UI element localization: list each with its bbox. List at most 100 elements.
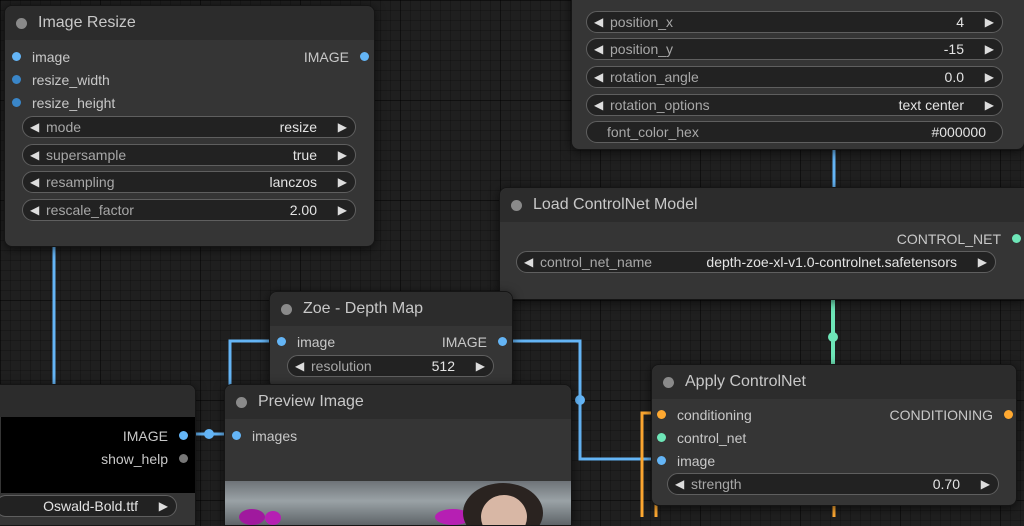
decrement-arrow-icon[interactable]: ◀ xyxy=(30,172,39,192)
input-port-icon[interactable] xyxy=(12,98,21,107)
collapse-dot-icon[interactable] xyxy=(663,377,674,388)
collapse-dot-icon[interactable] xyxy=(511,200,522,211)
load-controlnet-node[interactable]: Load ControlNet Model CONTROL_NET ◀ cont… xyxy=(499,187,1024,300)
increment-arrow-icon[interactable]: ▶ xyxy=(985,67,994,87)
input-slot-conditioning[interactable]: conditioning xyxy=(657,407,752,423)
input-port-icon[interactable] xyxy=(657,456,666,465)
node-title-bar[interactable]: Load ControlNet Model xyxy=(500,188,1024,222)
node-title: Image Resize xyxy=(38,14,136,31)
increment-arrow-icon[interactable]: ▶ xyxy=(159,496,168,516)
output-slot-conditioning[interactable]: CONDITIONING xyxy=(890,407,1013,423)
decrement-arrow-icon[interactable]: ◀ xyxy=(594,39,603,59)
increment-arrow-icon[interactable]: ▶ xyxy=(985,12,994,32)
widget-supersample[interactable]: ◀ supersample true ▶ xyxy=(22,144,356,166)
preview-image-node[interactable]: Preview Image images xyxy=(224,384,572,526)
output-port-icon[interactable] xyxy=(498,337,507,346)
increment-arrow-icon[interactable]: ▶ xyxy=(338,117,347,137)
zoe-depth-map-node[interactable]: Zoe - Depth Map image IMAGE ◀ resolution… xyxy=(269,291,513,389)
increment-arrow-icon[interactable]: ▶ xyxy=(985,39,994,59)
widget-value: Oswald-Bold.ttf xyxy=(43,498,138,514)
increment-arrow-icon[interactable]: ▶ xyxy=(981,474,990,494)
image-resize-node[interactable]: Image Resize image resize_width resize_h… xyxy=(4,5,375,247)
input-slot-images[interactable]: images xyxy=(232,428,297,444)
widget-rotation-angle[interactable]: ◀ rotation_angle 0.0 ▶ xyxy=(586,66,1003,88)
widget-control-net-name[interactable]: ◀ control_net_name depth-zoe-xl-v1.0-con… xyxy=(516,251,996,273)
slot-label: CONDITIONING xyxy=(889,407,993,423)
input-port-icon[interactable] xyxy=(232,431,241,440)
slot-label: image xyxy=(32,49,71,65)
input-port-icon[interactable] xyxy=(277,337,286,346)
output-port-icon[interactable] xyxy=(179,454,188,463)
output-slot-image[interactable]: IMAGE xyxy=(304,49,369,65)
decrement-arrow-icon[interactable]: ◀ xyxy=(295,356,304,376)
output-slot-image[interactable]: IMAGE xyxy=(123,428,188,444)
decrement-arrow-icon[interactable]: ◀ xyxy=(594,12,603,32)
output-port-icon[interactable] xyxy=(360,52,369,61)
decrement-arrow-icon[interactable]: ◀ xyxy=(30,200,39,220)
node-title: Load ControlNet Model xyxy=(533,196,698,213)
widget-font-color-hex[interactable]: font_color_hex #000000 xyxy=(586,121,1003,143)
widget-strength[interactable]: ◀ strength 0.70 ▶ xyxy=(667,473,999,495)
collapse-dot-icon[interactable] xyxy=(16,18,27,29)
widget-value: 0.0 xyxy=(944,69,964,85)
image-shape xyxy=(239,509,265,525)
output-port-icon[interactable] xyxy=(1012,234,1021,243)
input-port-icon[interactable] xyxy=(12,75,21,84)
input-slot-resize-height[interactable]: resize_height xyxy=(12,95,115,111)
link-preview-knot xyxy=(204,429,214,439)
node-title-bar[interactable]: Zoe - Depth Map xyxy=(270,292,512,326)
input-port-icon[interactable] xyxy=(657,433,666,442)
node-title-bar[interactable]: Image Resize xyxy=(5,6,374,40)
widget-label: strength xyxy=(691,476,742,492)
widget-font-name[interactable]: Oswald-Bold.ttf ▶ xyxy=(0,495,177,517)
slot-label: show_help xyxy=(101,451,168,467)
input-slot-resize-width[interactable]: resize_width xyxy=(12,72,110,88)
node-title-bar[interactable] xyxy=(0,385,195,417)
decrement-arrow-icon[interactable]: ◀ xyxy=(675,474,684,494)
input-slot-control-net[interactable]: control_net xyxy=(657,430,746,446)
widget-label: font_color_hex xyxy=(607,124,699,140)
collapse-dot-icon[interactable] xyxy=(236,397,247,408)
widget-resolution[interactable]: ◀ resolution 512 ▶ xyxy=(287,355,494,377)
increment-arrow-icon[interactable]: ▶ xyxy=(338,172,347,192)
apply-controlnet-node[interactable]: Apply ControlNet conditioning control_ne… xyxy=(651,364,1017,506)
input-slot-image[interactable]: image xyxy=(12,49,70,65)
increment-arrow-icon[interactable]: ▶ xyxy=(476,356,485,376)
output-slot-control-net[interactable]: CONTROL_NET xyxy=(897,231,1021,247)
input-slot-image[interactable]: image xyxy=(657,453,715,469)
text-overlay-node[interactable]: ◀ position_x 4 ▶ ◀ position_y -15 ▶ ◀ ro… xyxy=(571,0,1024,150)
decrement-arrow-icon[interactable]: ◀ xyxy=(594,67,603,87)
output-port-icon[interactable] xyxy=(179,431,188,440)
widget-position-y[interactable]: ◀ position_y -15 ▶ xyxy=(586,38,1003,60)
left-partial-node[interactable]: IMAGE show_help Oswald-Bold.ttf ▶ xyxy=(0,384,196,526)
node-title: Zoe - Depth Map xyxy=(303,300,424,317)
increment-arrow-icon[interactable]: ▶ xyxy=(978,252,987,272)
node-title: Apply ControlNet xyxy=(685,373,806,390)
widget-value: #000000 xyxy=(931,124,986,140)
widget-label: supersample xyxy=(46,147,127,163)
decrement-arrow-icon[interactable]: ◀ xyxy=(30,117,39,137)
collapse-dot-icon[interactable] xyxy=(281,304,292,315)
increment-arrow-icon[interactable]: ▶ xyxy=(338,145,347,165)
widget-rescale-factor[interactable]: ◀ rescale_factor 2.00 ▶ xyxy=(22,199,356,221)
increment-arrow-icon[interactable]: ▶ xyxy=(338,200,347,220)
widget-position-x[interactable]: ◀ position_x 4 ▶ xyxy=(586,11,1003,33)
node-title-bar[interactable]: Preview Image xyxy=(225,385,571,419)
input-slot-image[interactable]: image xyxy=(277,334,335,350)
output-port-icon[interactable] xyxy=(1004,410,1013,419)
output-slot-show-help[interactable]: show_help xyxy=(101,451,188,467)
widget-mode[interactable]: ◀ mode resize ▶ xyxy=(22,116,356,138)
decrement-arrow-icon[interactable]: ◀ xyxy=(524,252,533,272)
output-slot-image[interactable]: IMAGE xyxy=(442,334,507,350)
input-port-icon[interactable] xyxy=(12,52,21,61)
widget-value: depth-zoe-xl-v1.0-controlnet.safetensors xyxy=(706,254,957,270)
node-title-bar[interactable]: Apply ControlNet xyxy=(652,365,1016,399)
input-port-icon[interactable] xyxy=(657,410,666,419)
widget-resampling[interactable]: ◀ resampling lanczos ▶ xyxy=(22,171,356,193)
widget-label: position_y xyxy=(610,41,674,57)
decrement-arrow-icon[interactable]: ◀ xyxy=(30,145,39,165)
decrement-arrow-icon[interactable]: ◀ xyxy=(594,95,603,115)
increment-arrow-icon[interactable]: ▶ xyxy=(985,95,994,115)
widget-value: 2.00 xyxy=(289,202,317,218)
widget-rotation-options[interactable]: ◀ rotation_options text center ▶ xyxy=(586,94,1003,116)
